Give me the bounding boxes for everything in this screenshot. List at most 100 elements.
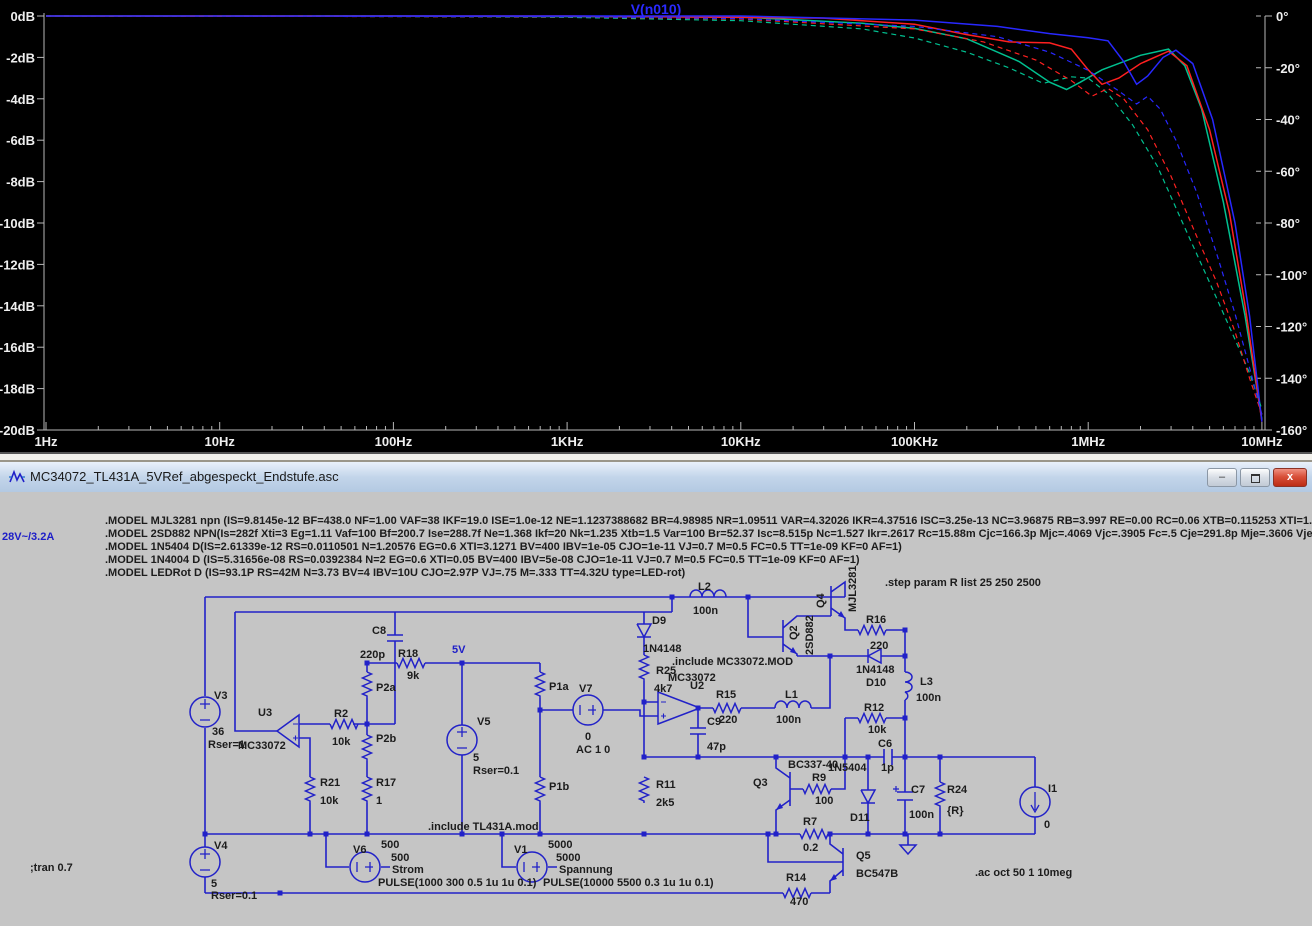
trace-step-R-25-magnitude [46, 15, 1263, 420]
schematic-label: C6 [878, 738, 892, 750]
schematic-label: MC33072 [238, 740, 286, 752]
junction-dots [202, 594, 943, 896]
x-axis-freq-tick: 100Hz [375, 434, 413, 449]
x-axis-freq-tick: 1KHz [551, 434, 584, 449]
q4-emitter-arrow [838, 611, 845, 618]
schematic-pane[interactable]: 28V~/3.2A ;tran 0.7 .step param R list 25 … [0, 492, 1312, 926]
schematic-titlebar[interactable]: MC34072_TL431A_5VRef_abgespeckt_Endstufe… [0, 462, 1312, 493]
schematic-label: PULSE(1000 300 0.5 1u 1u 0.1) [378, 877, 537, 889]
schematic-label: .ac oct 50 1 10meg [975, 867, 1072, 879]
y-axis-db-tick: -4dB [6, 92, 35, 107]
trace-step-R-250-magnitude [46, 15, 1263, 422]
resistor-P2a [361, 671, 373, 699]
schematic-label: 220 [719, 714, 737, 726]
schematic-label: {R} [947, 805, 964, 817]
inductor-L3 [904, 671, 913, 701]
close-button[interactable]: x [1273, 468, 1307, 487]
schematic-label: .include TL431A.mod [428, 821, 539, 833]
schematic-label: D10 [866, 677, 886, 689]
schematic-label: Spannung [559, 864, 613, 876]
schematic-label: R18 [398, 648, 418, 660]
vsource-V6 [349, 851, 381, 883]
resistor-P1b [534, 776, 546, 804]
schematic-canvas[interactable]: 28V~/3.2A ;tran 0.7 .step param R list 25 … [0, 492, 1312, 926]
diode-D11 [860, 789, 876, 804]
schematic-label: 470 [790, 896, 808, 908]
schematic-label: 100n [776, 714, 801, 726]
resistor-R12 [857, 712, 887, 724]
q3-emitter-arrow [776, 803, 783, 810]
y-axis-db-tick: -8dB [6, 175, 35, 190]
x-axis-freq-tick: 1Hz [34, 434, 58, 449]
schematic-label: L3 [920, 676, 933, 688]
schematic-label: 5 [211, 878, 217, 890]
resistor-P2b [361, 734, 373, 762]
schematic-label: 500 [391, 852, 409, 864]
schematic-label: 220p [360, 649, 385, 661]
schematic-label: 10k [868, 724, 887, 736]
schematic-label: BC337-40 [788, 759, 838, 771]
isource-I1 [1019, 786, 1051, 818]
resistor-R7 [799, 828, 829, 840]
schematic-label: L2 [698, 581, 711, 593]
y-axis-db-tick: -20dB [0, 423, 35, 438]
schematic-label: I1 [1048, 783, 1057, 795]
schematic-label: Strom [392, 864, 424, 876]
schematic-label: 5000 [548, 839, 572, 851]
schematic-label: 100n [693, 605, 718, 617]
schematic-label: R17 [376, 777, 396, 789]
resistor-R2 [329, 718, 359, 730]
schematic-label: R16 [866, 614, 886, 626]
spice-model-directives: .MODEL MJL3281 npn (IS=9.8145e-12 BF=438… [105, 515, 1312, 579]
schematic-label: 500 [381, 839, 399, 851]
schematic-label: Q2 [788, 625, 800, 640]
schematic-label: 100 [815, 795, 833, 807]
schematic-label: 1p [881, 762, 894, 774]
schematic-label: 100n [916, 692, 941, 704]
y-axis-db-tick: -16dB [0, 340, 35, 355]
resistor-R24 [934, 781, 946, 809]
restore-button[interactable] [1240, 468, 1270, 487]
ground-symbol [899, 844, 917, 855]
schematic-label: 0 [585, 731, 591, 743]
schematic-labels: 28V~/3.2A ;tran 0.7 .step param R list 25 … [2, 531, 1072, 908]
y-axis-db-tick: -14dB [0, 299, 35, 314]
components[interactable] [189, 589, 1051, 899]
schematic-label: 2SD882 [804, 615, 816, 655]
vsource-V7 [572, 694, 604, 726]
schematic-label: V4 [214, 840, 228, 852]
schematic-label: BC547B [856, 868, 898, 880]
schematic-label: R2 [334, 708, 348, 720]
x-axis-freq-tick: 10KHz [721, 434, 761, 449]
schematic-label: 0.2 [803, 842, 818, 854]
schematic-label: P2b [376, 733, 396, 745]
y-axis-phase-tick: -60° [1276, 164, 1300, 179]
resistor-R11 [638, 776, 650, 804]
schematic-label: L1 [785, 689, 798, 701]
y-axis-phase-tick: -20° [1276, 61, 1300, 76]
diode-D9 [636, 623, 652, 638]
schematic-label: 0 [1044, 819, 1050, 831]
ltspice-icon [9, 469, 25, 483]
x-axis-freq-tick: 1MHz [1071, 434, 1105, 449]
schematic-label: 2k5 [656, 797, 674, 809]
trace-title[interactable]: V(n010) [0, 1, 1312, 17]
model-directive: .MODEL 2SD882 NPN(Is=282f Xti=3 Eg=1.11 … [105, 528, 1312, 540]
bode-plot[interactable]: 0dB-2dB-4dB-6dB-8dB-10dB-12dB-14dB-16dB-… [0, 0, 1312, 452]
schematic-label: 100n [909, 809, 934, 821]
pane-divider[interactable] [0, 452, 1312, 462]
minimize-button[interactable]: – [1207, 468, 1237, 487]
schematic-label: R7 [803, 816, 817, 828]
schematic-label: 28V~/3.2A [2, 531, 54, 543]
x-axis-freq-tick: 100KHz [891, 434, 938, 449]
x-axis-freq-tick: 10Hz [205, 434, 236, 449]
q2-emitter-arrow [790, 647, 797, 654]
resistor-R16 [857, 624, 887, 636]
y-axis-phase-tick: -40° [1276, 113, 1300, 128]
schematic-label: U2 [690, 680, 704, 692]
schematic-label: .include MC33072.MOD [672, 656, 793, 668]
schematic-label: V3 [214, 690, 227, 702]
y-axis-db-tick: -10dB [0, 216, 35, 231]
schematic-label: 47p [707, 741, 726, 753]
opamp-U2 [657, 690, 703, 726]
